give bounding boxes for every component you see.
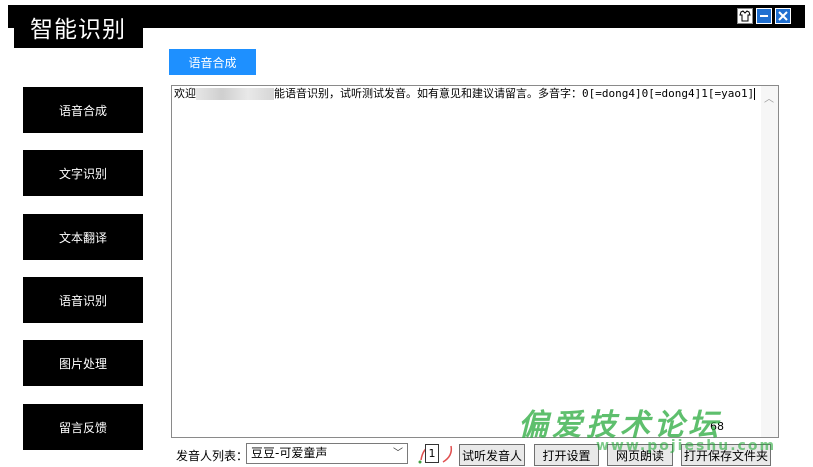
editor-content[interactable]: 欢迎 能语音识别，试听测试发音。如有意见和建议请留言。多音字：0[=dong4]0… [174,87,759,101]
close-button[interactable] [775,8,791,24]
skin-button[interactable] [737,8,753,24]
sidebar-item-feedback[interactable]: 留言反馈 [23,404,143,450]
try-voice-button[interactable]: 试听发音人 [459,444,525,466]
voice-selected-value: 豆豆-可爱童声 [251,446,328,460]
text-editor[interactable]: 欢迎 能语音识别，试听测试发音。如有意见和建议请留言。多音字：0[=dong4]0… [171,85,779,438]
sidebar-item-ocr[interactable]: 文字识别 [23,150,143,196]
minimize-icon [760,15,768,17]
redacted-text [196,88,274,100]
voice-select[interactable]: 豆豆-可爱童声 ﹀ [246,443,408,464]
speed-input[interactable]: 1 [425,444,439,463]
skin-icon [739,10,751,22]
editor-text-rest: 能语音识别，试听测试发音。如有意见和建议请留言。多音字：0[=dong4]0[=… [274,87,755,100]
sidebar-item-asr[interactable]: 语音识别 [23,277,143,323]
vertical-scrollbar[interactable]: ︿ [761,86,778,437]
voice-list-label: 发音人列表： [176,449,249,463]
app-title: 智能识别 [30,17,126,43]
chevron-down-icon: ﹀ [393,448,403,459]
sidebar-item-image[interactable]: 图片处理 [23,340,143,386]
close-icon [778,11,788,21]
minimize-button[interactable] [756,8,772,24]
tab-tts[interactable]: 语音合成 [169,49,256,75]
watermark-url: www.pojieshu.com [596,438,777,454]
text-caret [754,88,756,100]
open-settings-button[interactable]: 打开设置 [534,444,599,466]
sidebar-item-tts[interactable]: 语音合成 [23,87,143,133]
chevron-up-icon[interactable]: ︿ [764,90,774,105]
sidebar-item-translate[interactable]: 文本翻译 [23,214,143,260]
editor-text-start: 欢迎 [174,87,196,100]
